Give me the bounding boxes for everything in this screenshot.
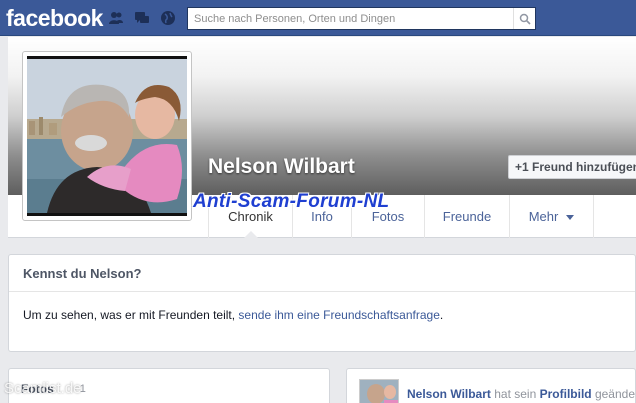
profile-name[interactable]: Nelson Wilbart [208, 155, 355, 179]
active-tab-indicator [244, 231, 258, 238]
search-bar [187, 7, 536, 30]
feed-action-end: geände [591, 387, 635, 401]
messages-icon[interactable] [134, 10, 150, 26]
profile-picture[interactable] [22, 51, 192, 221]
feed-thumbnail[interactable] [359, 379, 399, 403]
friend-request-link[interactable]: sende ihm eine Freundschaftsanfrage [238, 308, 439, 322]
watermark-scamlist: Scamlist.de [4, 380, 82, 397]
search-input[interactable] [188, 8, 510, 29]
profile-photo [27, 56, 187, 216]
tab-mehr-label: Mehr [528, 209, 559, 224]
profile-picture-link[interactable]: Profilbild [540, 387, 592, 401]
know-text: Um zu sehen, was er mit Freunden teilt, [23, 308, 239, 322]
tab-freunde[interactable]: Freunde [424, 195, 509, 238]
watermark-text: Anti-Scam-Forum-NL [193, 191, 390, 212]
add-friend-button[interactable]: +1 Freund hinzufügen [508, 155, 636, 179]
globe-icon[interactable] [160, 10, 176, 26]
facebook-logo[interactable]: facebook [6, 5, 103, 32]
chevron-down-icon [566, 215, 575, 220]
know-person-box: Kennst du Nelson? Um zu sehen, was er mi… [8, 254, 636, 352]
know-text-end: . [439, 308, 444, 322]
feed-author-link[interactable]: Nelson Wilbart [407, 387, 491, 401]
friends-icon[interactable] [108, 10, 124, 26]
know-title: Kennst du Nelson? [9, 255, 635, 292]
feed-action: hat sein [490, 387, 540, 401]
feed-text: Nelson Wilbart hat sein Profilbild geänd… [407, 387, 635, 401]
tab-mehr[interactable]: Mehr [509, 195, 594, 238]
top-bar: facebook [0, 0, 636, 36]
feed-story: Nelson Wilbart hat sein Profilbild geänd… [346, 368, 636, 403]
know-body: Um zu sehen, was er mit Freunden teilt, … [9, 292, 635, 322]
search-button[interactable] [513, 8, 535, 29]
search-icon [519, 13, 531, 25]
